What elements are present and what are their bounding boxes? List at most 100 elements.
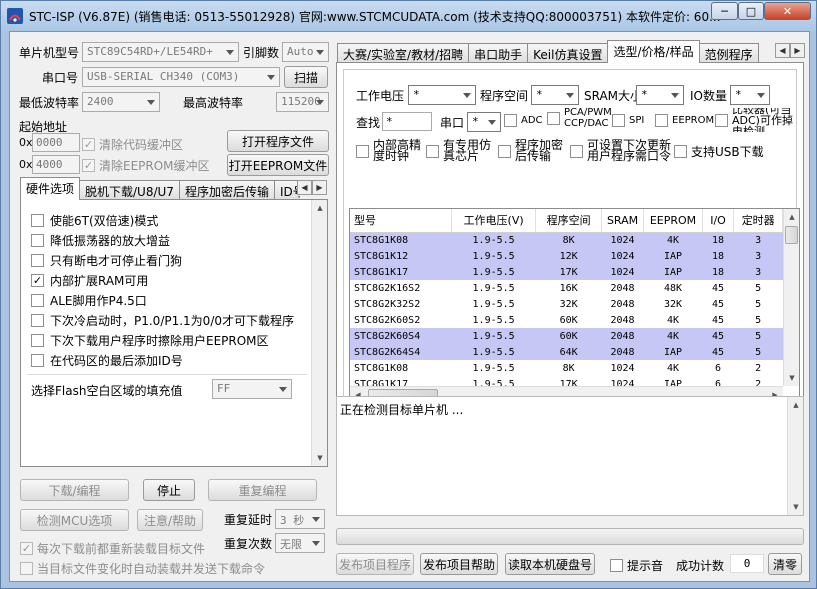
emulator-chip-checkbox[interactable]: 有专用仿真芯片	[426, 139, 496, 162]
close-button[interactable]: ✕	[764, 2, 811, 20]
clear-count-button[interactable]: 清零	[768, 553, 802, 575]
tab-keil-emulation[interactable]: Keil仿真设置	[527, 43, 609, 63]
tab-scroll-right-icon[interactable]: ▶	[790, 43, 805, 58]
option-append-id[interactable]: 在代码区的最后添加ID号	[31, 352, 183, 369]
log-output-area[interactable]: 正在检测目标单片机 ... ▲ ▼	[336, 396, 804, 516]
scroll-thumb[interactable]	[785, 226, 798, 244]
scroll-down-icon[interactable]: ▼	[312, 450, 328, 466]
repeat-program-button[interactable]: 重复编程	[208, 479, 317, 501]
min-baud-select[interactable]: 2400	[82, 92, 160, 112]
sram-size-select[interactable]: *	[636, 85, 684, 105]
maximize-button[interactable]: □	[738, 2, 764, 20]
usb-download-checkbox[interactable]: 支持USB下载	[674, 143, 764, 160]
tab-selection-price[interactable]: 选型/价格/样品	[607, 40, 700, 63]
repeat-delay-select[interactable]: 3 秒	[275, 509, 325, 529]
eeprom-checkbox[interactable]: EEPROM	[655, 114, 714, 127]
table-cell: 3	[733, 232, 783, 248]
detect-mcu-options-button[interactable]: 检测MCU选项	[20, 509, 129, 531]
encrypted-transfer-checkbox[interactable]: 程序加密后传输	[498, 139, 568, 162]
search-input[interactable]: *	[382, 112, 432, 131]
spi-checkbox[interactable]: SPI	[612, 114, 644, 127]
tab-encrypted-transfer[interactable]: 程序加密后传输	[178, 180, 275, 200]
open-program-file-button[interactable]: 打开程序文件	[227, 130, 329, 152]
table-row[interactable]: STC8G2K60S4 1.9-5.5 60K 2048 4K 45 5	[350, 328, 783, 344]
tab-hardware-options[interactable]: 硬件选项	[20, 177, 81, 200]
tab-serial-assistant[interactable]: 串口助手	[468, 43, 529, 63]
option-erase-eeprom[interactable]: 下次下载用户程序时擦除用户EEPROM区	[31, 332, 269, 349]
update-password-checkbox[interactable]: 可设置下次更新用户程序需口令	[570, 139, 676, 162]
flash-size-select[interactable]: *	[531, 85, 579, 105]
table-row[interactable]: STC8G1K17 1.9-5.5 17K 1024 IAP 18 3	[350, 264, 783, 280]
tab-scroll-left-icon[interactable]: ◀	[297, 180, 312, 195]
max-baud-select[interactable]: 115200	[276, 92, 329, 112]
column-header[interactable]: 型号	[350, 209, 452, 233]
tab-scroll-right-icon[interactable]: ▶	[312, 180, 327, 195]
scroll-up-icon[interactable]: ▲	[788, 397, 804, 413]
adc-checkbox[interactable]: ADC	[504, 114, 543, 127]
io-count-select[interactable]: *	[730, 85, 770, 105]
tab-example-programs[interactable]: 范例程序	[698, 43, 759, 63]
repeat-count-select[interactable]: 无限	[275, 533, 325, 553]
comparator-checkbox[interactable]: 比较器(可当ADC)可作掉电检测	[715, 108, 799, 132]
scan-button[interactable]: 扫描	[284, 66, 328, 88]
scroll-up-icon[interactable]: ▲	[312, 200, 328, 216]
option-6t-mode[interactable]: 使能6T(双倍速)模式	[31, 212, 158, 229]
pin-count-label: 引脚数	[243, 46, 280, 60]
download-program-button[interactable]: 下载/编程	[20, 479, 129, 501]
table-row[interactable]: STC8G2K16S2 1.9-5.5 16K 2048 48K 45 5	[350, 280, 783, 296]
minimize-button[interactable]: ─	[711, 2, 738, 20]
checkbox-box: ✓	[82, 159, 95, 172]
table-row[interactable]: STC8G1K12 1.9-5.5 12K 1024 IAP 18 3	[350, 248, 783, 264]
tab-competition-lab[interactable]: 大赛/实验室/教材/招聘	[337, 43, 470, 63]
serial-port-select[interactable]: USB-SERIAL CH340 (COM3)	[82, 67, 280, 87]
publish-project-help-button[interactable]: 发布项目帮助	[420, 553, 498, 575]
internal-clock-checkbox[interactable]: 内部高精度时钟	[356, 139, 426, 162]
table-row[interactable]: STC8G1K08 1.9-5.5 8K 1024 4K 18 3	[350, 232, 783, 248]
checkbox-box	[356, 144, 369, 158]
reload-before-download-checkbox[interactable]: ✓ 每次下载前都重新装载目标文件	[20, 540, 205, 557]
scroll-down-icon[interactable]: ▼	[784, 370, 799, 386]
column-header[interactable]: EEPROM	[643, 209, 703, 233]
uart-select[interactable]: *	[467, 112, 501, 132]
tab-offline-download[interactable]: 脱机下载/U8/U7	[79, 180, 180, 200]
checkbox-box: ✓	[82, 138, 95, 151]
option-internal-xram[interactable]: ✓ 内部扩展RAM可用	[31, 272, 148, 289]
scroll-down-icon[interactable]: ▼	[788, 499, 804, 515]
table-row[interactable]: STC8G2K32S2 1.9-5.5 32K 2048 32K 45 5	[350, 296, 783, 312]
option-watchdog-power-off[interactable]: 只有断电才可停止看门狗	[31, 252, 182, 269]
voltage-select[interactable]: *	[408, 85, 476, 105]
table-row[interactable]: STC8G2K64S4 1.9-5.5 64K 2048 IAP 45 5	[350, 344, 783, 360]
clear-code-buffer-checkbox[interactable]: ✓ 清除代码缓冲区	[82, 136, 183, 153]
pca-pwm-checkbox[interactable]: PCA/PWM CCP/DAC	[547, 107, 617, 129]
option-ale-p45[interactable]: ALE脚用作P4.5口	[31, 292, 147, 309]
log-scrollbar[interactable]: ▲ ▼	[787, 397, 803, 515]
table-vertical-scrollbar[interactable]: ▲ ▼	[783, 209, 799, 386]
open-eeprom-file-button[interactable]: 打开EEPROM文件	[227, 154, 329, 176]
pin-count-select[interactable]: Auto	[282, 42, 329, 62]
table-row[interactable]: STC8G1K08 1.9-5.5 8K 1024 4K 6 2	[350, 360, 783, 376]
auto-send-checkbox[interactable]: 当目标文件变化时自动装载并发送下载命令	[20, 560, 265, 577]
column-header[interactable]: I/O	[702, 209, 735, 233]
tab-scroll-left-icon[interactable]: ◀	[775, 43, 790, 58]
option-p10-p11-download[interactable]: 下次冷启动时，P1.0/P1.1为0/0才可下载程序	[31, 312, 294, 329]
mcu-type-select[interactable]: STC89C54RD+/LE54RD+	[82, 42, 239, 62]
column-header[interactable]: 程序空间	[535, 209, 602, 233]
column-header[interactable]: 工作电压(V)	[451, 209, 537, 233]
scroll-up-icon[interactable]: ▲	[784, 209, 799, 225]
clear-eeprom-buffer-checkbox[interactable]: ✓ 清除EEPROM缓冲区	[82, 157, 210, 174]
notes-help-button[interactable]: 注意/帮助	[137, 509, 203, 531]
column-header[interactable]: SRAM	[601, 209, 645, 233]
column-header[interactable]: 定时器	[733, 209, 783, 233]
stop-button[interactable]: 停止	[143, 479, 195, 501]
prompt-sound-checkbox[interactable]: 提示音	[610, 557, 663, 574]
read-disk-number-button[interactable]: 读取本机硬盘号	[505, 553, 595, 575]
options-scrollbar[interactable]: ▲ ▼	[311, 200, 327, 466]
table-cell: 5	[733, 344, 783, 360]
eeprom-address-input[interactable]: 4000	[32, 155, 80, 174]
fill-value-select[interactable]: FF	[212, 379, 292, 399]
publish-project-program-button[interactable]: 发布项目程序	[336, 553, 414, 575]
code-address-input[interactable]: 0000	[32, 133, 80, 152]
table-row[interactable]: STC8G2K60S2 1.9-5.5 60K 2048 4K 45 5	[350, 312, 783, 328]
spi-label: SPI	[629, 115, 645, 126]
option-reduce-gain[interactable]: 降低振荡器的放大增益	[31, 232, 170, 249]
